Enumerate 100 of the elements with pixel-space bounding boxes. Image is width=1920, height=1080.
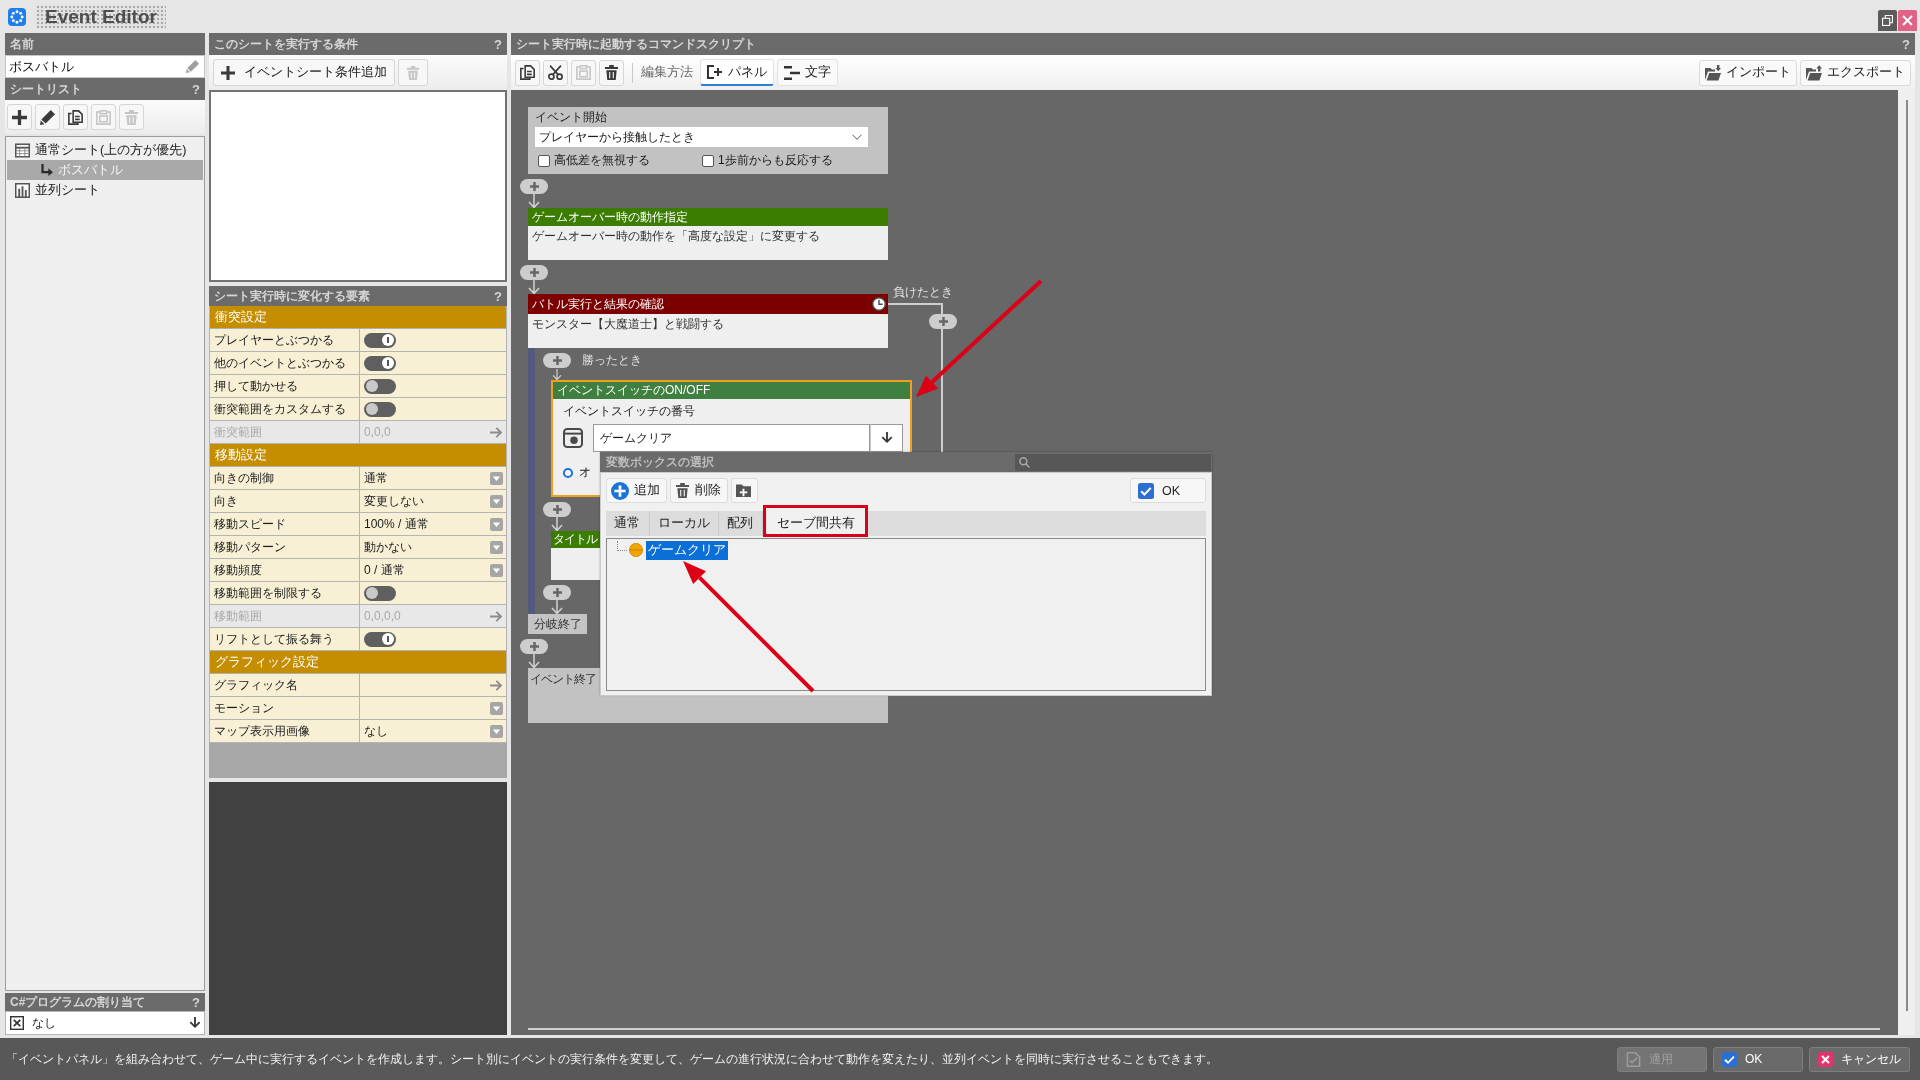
panel-title: シート実行時に起動するコマンドスクリプト — [516, 35, 756, 53]
arrow-right-icon — [490, 678, 503, 692]
insert-button[interactable] — [520, 639, 548, 654]
pencil-icon — [186, 60, 199, 73]
section-header: グラフィック設定 — [210, 651, 506, 674]
help-button[interactable]: ? — [192, 995, 200, 1009]
cut-button[interactable] — [543, 59, 568, 86]
ok-button[interactable]: OK — [1713, 1046, 1803, 1072]
tree-item[interactable]: 通常シート(上の方が優先) — [6, 140, 204, 160]
check-icon — [1722, 1051, 1737, 1067]
name-field[interactable]: ボスバトル — [5, 55, 205, 78]
toggle-switch[interactable] — [364, 401, 396, 417]
mode-tab[interactable]: 文字 — [777, 59, 838, 86]
trigger-dropdown[interactable]: プレイヤーから接触したとき — [535, 127, 868, 147]
pencil-icon — [40, 109, 55, 125]
property-label: 移動範囲を制限する — [210, 582, 360, 604]
add-button[interactable]: 追加 — [606, 478, 667, 503]
edit-button[interactable] — [35, 104, 60, 130]
bent-arrow-icon — [41, 164, 53, 176]
insert-button[interactable] — [543, 353, 571, 368]
tree-item[interactable]: 並列シート — [6, 180, 204, 200]
tab[interactable]: 通常 — [606, 511, 650, 536]
toggle-switch[interactable] — [364, 332, 396, 348]
vertical-scrollbar[interactable] — [1905, 100, 1908, 1011]
dropdown-icon — [490, 701, 503, 715]
help-button[interactable]: ? — [494, 289, 502, 303]
table-icon — [15, 142, 30, 158]
import-button[interactable]: インポート — [1699, 59, 1797, 86]
close-icon — [1902, 15, 1913, 26]
section-header: 移動設定 — [210, 444, 506, 467]
dropdown-icon — [490, 563, 503, 577]
panel-title: シート実行時に変化する要素 — [214, 287, 370, 305]
list-item[interactable]: ゲームクリア — [646, 540, 728, 560]
check-icon — [1138, 482, 1154, 499]
help-button[interactable]: ? — [494, 37, 502, 51]
variable-field[interactable]: ゲームクリア — [593, 424, 870, 452]
checkbox[interactable] — [538, 154, 550, 167]
tab[interactable]: ローカル — [650, 511, 719, 536]
connector-arrow — [551, 517, 563, 531]
copy-button[interactable] — [515, 59, 540, 86]
checkbox[interactable] — [702, 154, 714, 167]
folder-download-icon — [1705, 64, 1721, 81]
cancel-button[interactable]: キャンセル — [1809, 1046, 1910, 1072]
help-button[interactable]: ? — [1902, 37, 1910, 51]
delete-button[interactable]: 削除 — [670, 478, 728, 503]
connector-arrow — [551, 369, 563, 380]
toggle-switch[interactable] — [364, 585, 396, 601]
copy-icon — [68, 109, 83, 125]
help-button[interactable]: ? — [192, 82, 200, 96]
insert-button[interactable] — [543, 585, 571, 600]
property-label: プレイヤーとぶつかる — [210, 329, 360, 351]
branch-label: 負けたとき — [893, 284, 953, 301]
tab[interactable]: 配列 — [719, 511, 763, 536]
plus-icon — [552, 505, 562, 514]
insert-button[interactable] — [543, 502, 571, 517]
delete-button[interactable] — [599, 59, 624, 86]
block-header: イベントスイッチのON/OFF — [553, 382, 910, 399]
property-label: マップ表示用画像 — [210, 720, 360, 742]
insert-button[interactable] — [520, 265, 548, 280]
plus-icon — [221, 65, 235, 80]
block-header: ゲームオーバー時の動作指定 — [528, 208, 888, 226]
copy-button[interactable] — [63, 104, 88, 130]
toggle-switch[interactable] — [364, 355, 396, 371]
ok-button[interactable]: OK — [1130, 478, 1206, 503]
panel-title: C#プログラムの割り当て — [10, 993, 146, 1011]
section-header: 衝突設定 — [210, 306, 506, 329]
add-folder-button[interactable] — [731, 478, 758, 503]
dropdown-icon — [490, 517, 503, 531]
folder-upload-icon — [1806, 64, 1822, 81]
radio-button[interactable] — [563, 467, 573, 478]
search-field[interactable] — [1015, 453, 1211, 471]
property-value: 変更しない — [364, 492, 424, 510]
toggle-switch[interactable] — [364, 378, 396, 394]
dropdown-icon — [490, 494, 503, 508]
property-value: 0 / 通常 — [364, 561, 405, 579]
restore-button[interactable] — [1878, 10, 1897, 31]
horizontal-scrollbar[interactable] — [528, 1028, 1880, 1030]
trash-icon — [604, 65, 619, 80]
plus-icon — [552, 588, 562, 597]
insert-button[interactable] — [520, 179, 548, 194]
arrow-down-icon — [880, 432, 893, 444]
checkbox-label: 高低差を無視する — [554, 152, 650, 169]
add-button[interactable]: イベントシート条件追加 — [213, 59, 395, 86]
arrow-right-icon — [490, 425, 503, 439]
plus-circle-icon — [611, 481, 629, 500]
connector-arrow — [528, 654, 540, 668]
branch-end-label: 分岐終了 — [528, 614, 587, 634]
dropdown-button[interactable] — [870, 424, 903, 452]
insert-button[interactable] — [929, 314, 957, 329]
dialog-title: 変数ボックスの選択 — [606, 453, 714, 471]
program-field[interactable]: なし — [5, 1011, 205, 1035]
mode-tab[interactable]: パネル — [700, 59, 774, 86]
toggle-switch[interactable] — [364, 631, 396, 647]
radio-label: オ — [579, 464, 591, 481]
property-value: 100% / 通常 — [364, 515, 429, 533]
property-label: 衝突範囲をカスタムする — [210, 398, 360, 420]
export-button[interactable]: エクスポート — [1800, 59, 1911, 86]
block-body: モンスター【大魔道士】と戦闘する — [528, 314, 888, 348]
close-button[interactable] — [1898, 10, 1917, 31]
add-button[interactable] — [7, 104, 32, 130]
